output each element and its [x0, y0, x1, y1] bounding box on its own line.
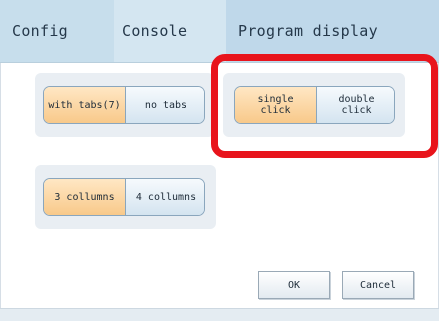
no-tabs-option[interactable]: no tabs: [125, 87, 204, 123]
tab-config[interactable]: Config: [0, 0, 114, 62]
tab-program-display[interactable]: Program display: [226, 0, 439, 62]
cancel-button[interactable]: Cancel: [342, 271, 414, 299]
highlight-frame: [211, 54, 438, 158]
tab-mode-segmented-control: with tabs(7) no tabs: [43, 86, 205, 124]
with-tabs-option[interactable]: with tabs(7): [44, 87, 125, 123]
bottom-bar: [0, 308, 439, 321]
four-columns-option[interactable]: 4 collumns: [125, 179, 204, 215]
ok-button[interactable]: OK: [258, 271, 330, 299]
column-count-segmented-control: 3 collumns 4 collumns: [43, 178, 205, 216]
program-display-settings-window: Config Console Program display with tabs…: [0, 0, 439, 321]
tab-console[interactable]: Console: [114, 0, 226, 62]
three-columns-option[interactable]: 3 collumns: [44, 179, 125, 215]
